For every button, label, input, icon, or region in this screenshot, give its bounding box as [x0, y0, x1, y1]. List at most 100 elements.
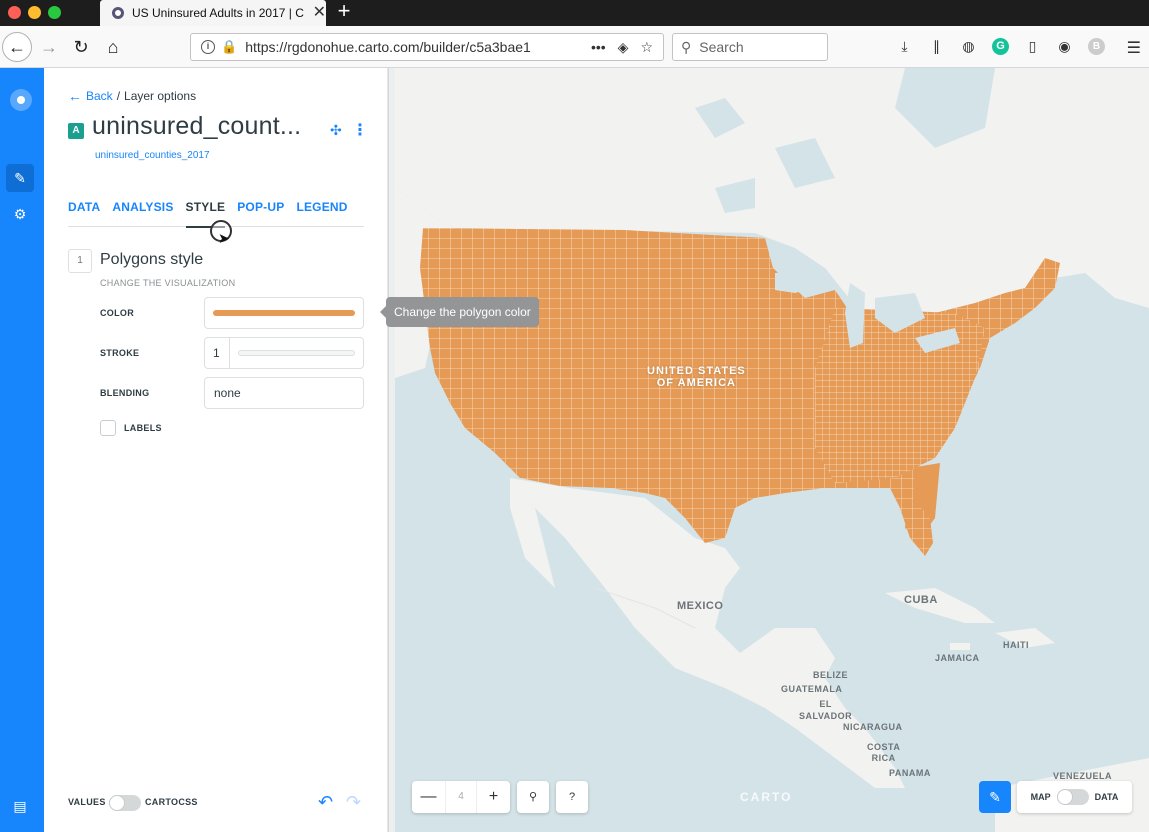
back-link[interactable]: Back: [86, 89, 113, 103]
belize-label: BELIZE: [813, 670, 849, 680]
zoom-out-button[interactable]: —: [412, 781, 445, 813]
search-icon: ⚲: [681, 38, 692, 55]
jamaica-label: JAMAICA: [935, 653, 980, 663]
breadcrumb-current: Layer options: [124, 89, 197, 103]
step-title: Polygons style: [100, 251, 204, 268]
search-input[interactable]: ⚲ Search: [672, 33, 828, 61]
labels-checkbox[interactable]: [100, 420, 116, 436]
back-arrow-icon[interactable]: ←: [68, 88, 82, 104]
tab-pop-up[interactable]: POP-UP: [237, 196, 284, 227]
sidebar-icon[interactable]: ▯: [1024, 38, 1041, 55]
app-sidebar-rail: ✎ ⚙ ▤: [0, 68, 44, 832]
color-tooltip: Change the polygon color: [380, 297, 539, 327]
download-icon[interactable]: ⤓: [896, 38, 913, 55]
layer-options-panel: ← Back / Layer options A uninsured_count…: [44, 68, 388, 832]
step-subtitle: CHANGE THE VISUALIZATION: [100, 278, 236, 288]
guatemala-label: GUATEMALA: [781, 684, 843, 694]
basemap: [395, 68, 1149, 832]
maximize-window-button[interactable]: [48, 6, 61, 19]
cartocss-label: CARTOCSS: [145, 797, 198, 807]
url-text[interactable]: https://rgdonohue.carto.com/builder/c5a3…: [245, 39, 591, 55]
library-icon[interactable]: ∥: [928, 38, 945, 55]
layer-source-link[interactable]: uninsured_counties_2017: [95, 150, 210, 161]
page-actions-icon[interactable]: •••: [591, 39, 606, 56]
values-label: VALUES: [68, 797, 106, 807]
carto-favicon-icon: [112, 7, 124, 19]
blending-select[interactable]: none: [204, 377, 364, 409]
hamburger-menu-icon[interactable]: ☰: [1127, 38, 1141, 58]
blending-label: BLENDING: [100, 388, 150, 398]
zoom-control: — 4 +: [412, 781, 510, 813]
panama-label: PANAMA: [889, 768, 931, 778]
nicaragua-label: NICARAGUA: [843, 722, 903, 732]
url-bar[interactable]: i 🔒 https://rgdonohue.carto.com/builder/…: [190, 33, 664, 61]
extension-icon[interactable]: ◉: [1056, 38, 1073, 55]
reload-icon[interactable]: ↻: [66, 32, 96, 62]
mouse-cursor-icon: ➤: [218, 230, 230, 246]
stroke-width-input[interactable]: 1: [205, 338, 230, 368]
stroke-color-slider[interactable]: [238, 350, 355, 356]
color-swatch: [213, 310, 355, 316]
browser-tab-bar: US Uninsured Adults in 2017 | C ✕ +: [0, 0, 1149, 26]
mexico-label: MEXICO: [677, 600, 724, 612]
venezuela-label: VENEZUELA: [1053, 771, 1113, 781]
pencil-icon[interactable]: ✎: [6, 164, 34, 192]
map-data-switch[interactable]: [1056, 789, 1089, 805]
browser-nav-bar: ← → ↻ ⌂ i 🔒 https://rgdonohue.carto.com/…: [0, 26, 1149, 68]
close-window-button[interactable]: [8, 6, 21, 19]
labels-label: LABELS: [124, 423, 162, 433]
cuba-label: CUBA: [904, 594, 938, 606]
carto-logo-icon[interactable]: [10, 89, 32, 111]
collapse-icon[interactable]: ✣: [330, 122, 342, 139]
stroke-control: 1: [204, 337, 364, 369]
new-tab-button[interactable]: +: [334, 0, 354, 26]
color-label: COLOR: [100, 308, 134, 318]
globe-icon[interactable]: ◍: [960, 38, 977, 55]
tab-close-icon[interactable]: ✕: [313, 5, 326, 21]
el-salvador-label: EL SALVADOR: [799, 699, 853, 721]
haiti-label: HAITI: [1003, 640, 1029, 650]
map-search-icon[interactable]: ⚲: [517, 781, 549, 813]
forward-arrow-icon[interactable]: →: [34, 32, 64, 62]
map-toggle-label: MAP: [1030, 792, 1051, 802]
bookmark-star-icon[interactable]: ☆: [640, 39, 653, 56]
draw-widget-icon[interactable]: ✎: [979, 781, 1011, 813]
step-number: 1: [68, 249, 92, 273]
undo-icon[interactable]: ↶: [318, 792, 333, 813]
home-icon[interactable]: ⌂: [98, 32, 128, 62]
tab-data[interactable]: DATA: [68, 196, 100, 227]
layer-letter-badge: A: [68, 123, 84, 139]
usa-label: UNITED STATES OF AMERICA: [647, 365, 746, 389]
browser-tab[interactable]: US Uninsured Adults in 2017 | C ✕: [100, 0, 326, 26]
zoom-in-button[interactable]: +: [477, 781, 510, 813]
back-arrow-icon[interactable]: ←: [2, 32, 32, 62]
redo-icon[interactable]: ↷: [346, 792, 361, 813]
tab-legend[interactable]: LEGEND: [296, 196, 347, 227]
layer-title[interactable]: uninsured_count...: [92, 112, 301, 141]
grammarly-icon[interactable]: G: [992, 38, 1009, 55]
color-picker[interactable]: [204, 297, 364, 329]
sliders-icon[interactable]: ⚙: [6, 200, 34, 228]
carto-watermark: CARTO: [740, 790, 793, 804]
help-icon[interactable]: ?: [556, 781, 588, 813]
info-icon[interactable]: i: [201, 40, 215, 54]
minimize-window-button[interactable]: [28, 6, 41, 19]
search-placeholder: Search: [699, 39, 744, 55]
breadcrumb: ← Back / Layer options: [68, 88, 196, 104]
lock-icon[interactable]: 🔒: [221, 39, 237, 55]
values-cartocss-toggle[interactable]: [109, 795, 141, 811]
account-icon[interactable]: B: [1088, 38, 1105, 55]
data-toggle-label: DATA: [1094, 792, 1119, 802]
costa-rica-label: COSTA RICA: [867, 742, 901, 763]
zoom-level: 4: [445, 781, 477, 813]
map-data-toggle: MAP DATA: [1017, 781, 1132, 813]
breadcrumb-separator: /: [116, 89, 121, 103]
map-view[interactable]: UNITED STATES OF AMERICA MEXICO CUBA JAM…: [395, 68, 1149, 832]
tab-title: US Uninsured Adults in 2017 | C: [132, 6, 304, 20]
stroke-label: STROKE: [100, 348, 140, 358]
more-options-icon[interactable]: ⋮: [352, 120, 368, 140]
chat-icon[interactable]: ▤: [6, 792, 34, 820]
tab-analysis[interactable]: ANALYSIS: [112, 196, 173, 227]
panel-splitter[interactable]: [388, 68, 395, 832]
pocket-icon[interactable]: ◈: [618, 39, 629, 56]
